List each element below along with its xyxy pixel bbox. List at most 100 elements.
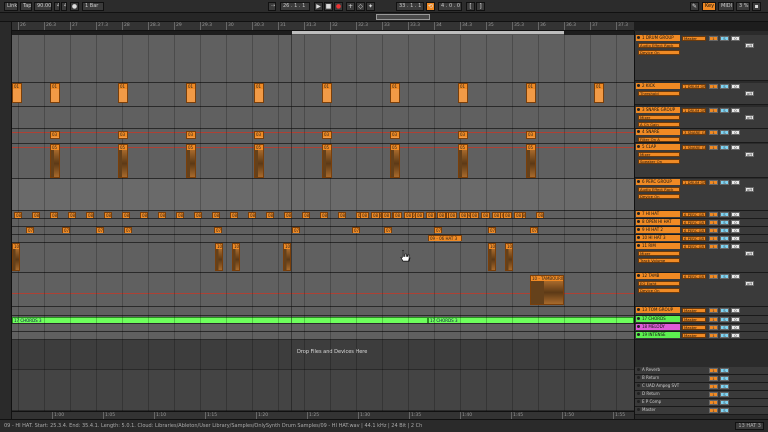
track-header[interactable]: 13 TOM GROUP Master 1 S 0 <box>635 307 768 316</box>
solo-button[interactable]: S <box>720 317 729 322</box>
track-activator-button[interactable]: 1 <box>709 392 718 397</box>
follow-icon[interactable]: ⇢ <box>268 2 276 11</box>
return-track-header[interactable]: Master 1 S <box>635 407 768 415</box>
track-activator-button[interactable]: 1 <box>709 228 718 233</box>
hi-hat-clip[interactable]: 08 <box>448 212 457 218</box>
snare-clip[interactable]: 03 <box>458 131 468 139</box>
output-routing-dropdown[interactable]: 1 DRUM GR <box>682 108 706 113</box>
snare-clip[interactable]: 03 <box>118 131 128 139</box>
hi-hat-clip[interactable]: 08 <box>50 212 58 218</box>
hi-hat-2-clip[interactable]: 07 <box>292 227 300 233</box>
track-activator-button[interactable]: 1 <box>709 317 718 322</box>
track-activator-button[interactable]: 1 <box>709 333 718 338</box>
return-track-name[interactable]: B Return <box>636 375 680 381</box>
track-header[interactable]: 7 HI HAT 6 PERC GR 1 S 0 <box>635 211 768 219</box>
return-track-header[interactable]: E P Comp 1 S <box>635 399 768 407</box>
track-name[interactable]: 17 CHORDS <box>636 316 680 322</box>
tamb-clip[interactable]: 10 - TAMBOURINE <box>530 275 564 305</box>
beat-time-ruler[interactable]: 26 26.3 27 27.3 28 28.3 29 29.3 30 30.3 31 31.3 32 32… <box>12 22 634 31</box>
solo-button[interactable]: S <box>720 384 729 389</box>
snare-clip[interactable]: 03 <box>526 131 536 139</box>
tempo-field[interactable]: 90.00 <box>34 2 52 11</box>
solo-button[interactable]: S <box>720 212 729 217</box>
time-ruler[interactable]: 1:00 1:05 1:10 1:15 1:20 1:25 1:30 1:35 1:40 1:45… <box>12 411 634 419</box>
rim-clip[interactable]: 10 <box>488 243 496 271</box>
return-track-header[interactable]: C UAD Ampeg SVT 1 S <box>635 383 768 391</box>
track-activator-button[interactable]: 1 <box>709 84 718 89</box>
snare-clip[interactable]: 03 <box>390 131 400 139</box>
hi-hat-2-clip[interactable]: 07 <box>352 227 360 233</box>
automation-chooser[interactable]: A Ch Gain <box>638 122 680 127</box>
output-routing-dropdown[interactable]: 6 PERC GR <box>682 212 706 217</box>
lane-snare-group[interactable] <box>12 107 634 129</box>
hi-hat-clip[interactable]: 08 <box>68 212 76 218</box>
return-track-name[interactable]: E P Comp <box>636 399 680 405</box>
track-header[interactable]: 10 HI HAT 36 PERC GR 1 S 0 <box>635 235 768 243</box>
arrangement-position-field[interactable]: 26 . 1 . 1 <box>280 2 310 11</box>
automation-off-button[interactable]: off <box>745 43 754 48</box>
kick-clip[interactable]: 01 <box>526 83 536 103</box>
track-header[interactable]: 12 TAMB 6 PERC GR EQ Eight Device On 1 S 0 off <box>635 273 768 307</box>
chords-clip-a[interactable]: 17 CHORDS 3 <box>12 317 428 323</box>
return-track-name[interactable]: C UAD Ampeg SVT <box>636 383 680 389</box>
solo-button[interactable]: S <box>720 84 729 89</box>
track-activator-button[interactable]: 1 <box>709 180 718 185</box>
rim-clip[interactable]: 10 <box>12 243 20 271</box>
track-name[interactable]: 2 KICK <box>636 83 680 89</box>
hi-hat-clip[interactable]: 08 <box>360 212 369 218</box>
hi-hat-clip[interactable]: 08 <box>212 212 220 218</box>
hi-hat-clip[interactable]: 08 <box>104 212 112 218</box>
kick-clip[interactable]: 01 <box>322 83 332 103</box>
track-header[interactable]: 3 SNARE GROUP 1 DRUM GR Mixer A Ch Gain 1 S 0 o… <box>635 107 768 129</box>
output-routing-dropdown[interactable]: 6 PERC GR <box>682 228 706 233</box>
arm-button[interactable]: 0 <box>731 220 740 225</box>
output-routing-dropdown[interactable]: 1 DRUM GR <box>682 84 706 89</box>
return-track-header[interactable]: A Reverb 1 S <box>635 367 768 375</box>
hi-hat-2-clip[interactable]: 07 <box>488 227 496 233</box>
return-track-header[interactable]: D Return 1 S <box>635 391 768 399</box>
stop-icon[interactable]: ■ <box>324 2 333 11</box>
track-header[interactable]: 5 CLAP 3 SNARE GR Mixer Speaker On 1 S 0 off <box>635 144 768 178</box>
output-routing-dropdown[interactable]: 6 PERC GR <box>682 244 706 249</box>
clap-clip[interactable]: 05 <box>186 144 196 178</box>
kick-clip[interactable]: 01 <box>12 83 22 103</box>
rim-clip[interactable]: 10 <box>505 243 513 271</box>
track-header[interactable]: 4 SNARE 3 SNARE GR Filter On A 1S0 <box>635 129 768 143</box>
loop-start-field[interactable]: 33 . 1 . 1 <box>396 2 424 11</box>
output-routing-dropdown[interactable]: Master <box>682 317 706 322</box>
snare-clip[interactable]: 03 <box>50 131 60 139</box>
automation-chooser[interactable]: Track Volume <box>638 258 680 263</box>
tap-tempo-button[interactable]: Tap <box>20 2 32 11</box>
hi-hat-clip[interactable]: 08 <box>14 212 22 218</box>
hi-hat-clip[interactable]: 08 <box>437 212 446 218</box>
hi-hat-3-clip[interactable]: 09 - 06 HAT 3 <box>428 235 462 241</box>
hi-hat-clip[interactable]: 08 <box>158 212 166 218</box>
rim-clip[interactable]: 10 <box>283 243 291 271</box>
capture-icon[interactable]: ✦ <box>366 2 375 11</box>
automation-off-button[interactable]: off <box>745 281 754 286</box>
track-activator-button[interactable]: 1 <box>709 376 718 381</box>
lane-drum-group[interactable] <box>12 35 634 83</box>
output-routing-dropdown[interactable]: 1 DRUM GR <box>682 180 706 185</box>
arm-button[interactable]: 0 <box>731 308 740 313</box>
hi-hat-clip[interactable]: 08 <box>302 212 310 218</box>
arrangement-view[interactable]: 17 CHORDS 3 17 CHORDS 3 Drop Files and D… <box>12 35 634 411</box>
output-routing-dropdown[interactable]: Master <box>682 36 706 41</box>
snare-clip[interactable]: 03 <box>254 131 264 139</box>
link-button[interactable]: Link <box>4 2 18 11</box>
hi-hat-clip[interactable]: 08 <box>194 212 202 218</box>
arrangement-overview[interactable] <box>0 13 768 22</box>
solo-button[interactable]: S <box>720 145 729 150</box>
arm-button[interactable]: 0 <box>731 317 740 322</box>
hi-hat-clip[interactable]: 08 <box>459 212 468 218</box>
hi-hat-clip[interactable]: 08 <box>492 212 501 218</box>
clap-clip[interactable]: 05 <box>118 144 128 178</box>
solo-button[interactable]: S <box>720 220 729 225</box>
kick-clip[interactable]: 01 <box>254 83 264 103</box>
arm-button[interactable]: 0 <box>731 145 740 150</box>
hi-hat-clip[interactable]: 08 <box>122 212 130 218</box>
clap-clip[interactable]: 05 <box>458 144 468 178</box>
hi-hat-2-clip[interactable]: 07 <box>434 227 442 233</box>
output-routing-dropdown[interactable]: Master <box>682 308 706 313</box>
rim-clip[interactable]: 10 <box>215 243 223 271</box>
